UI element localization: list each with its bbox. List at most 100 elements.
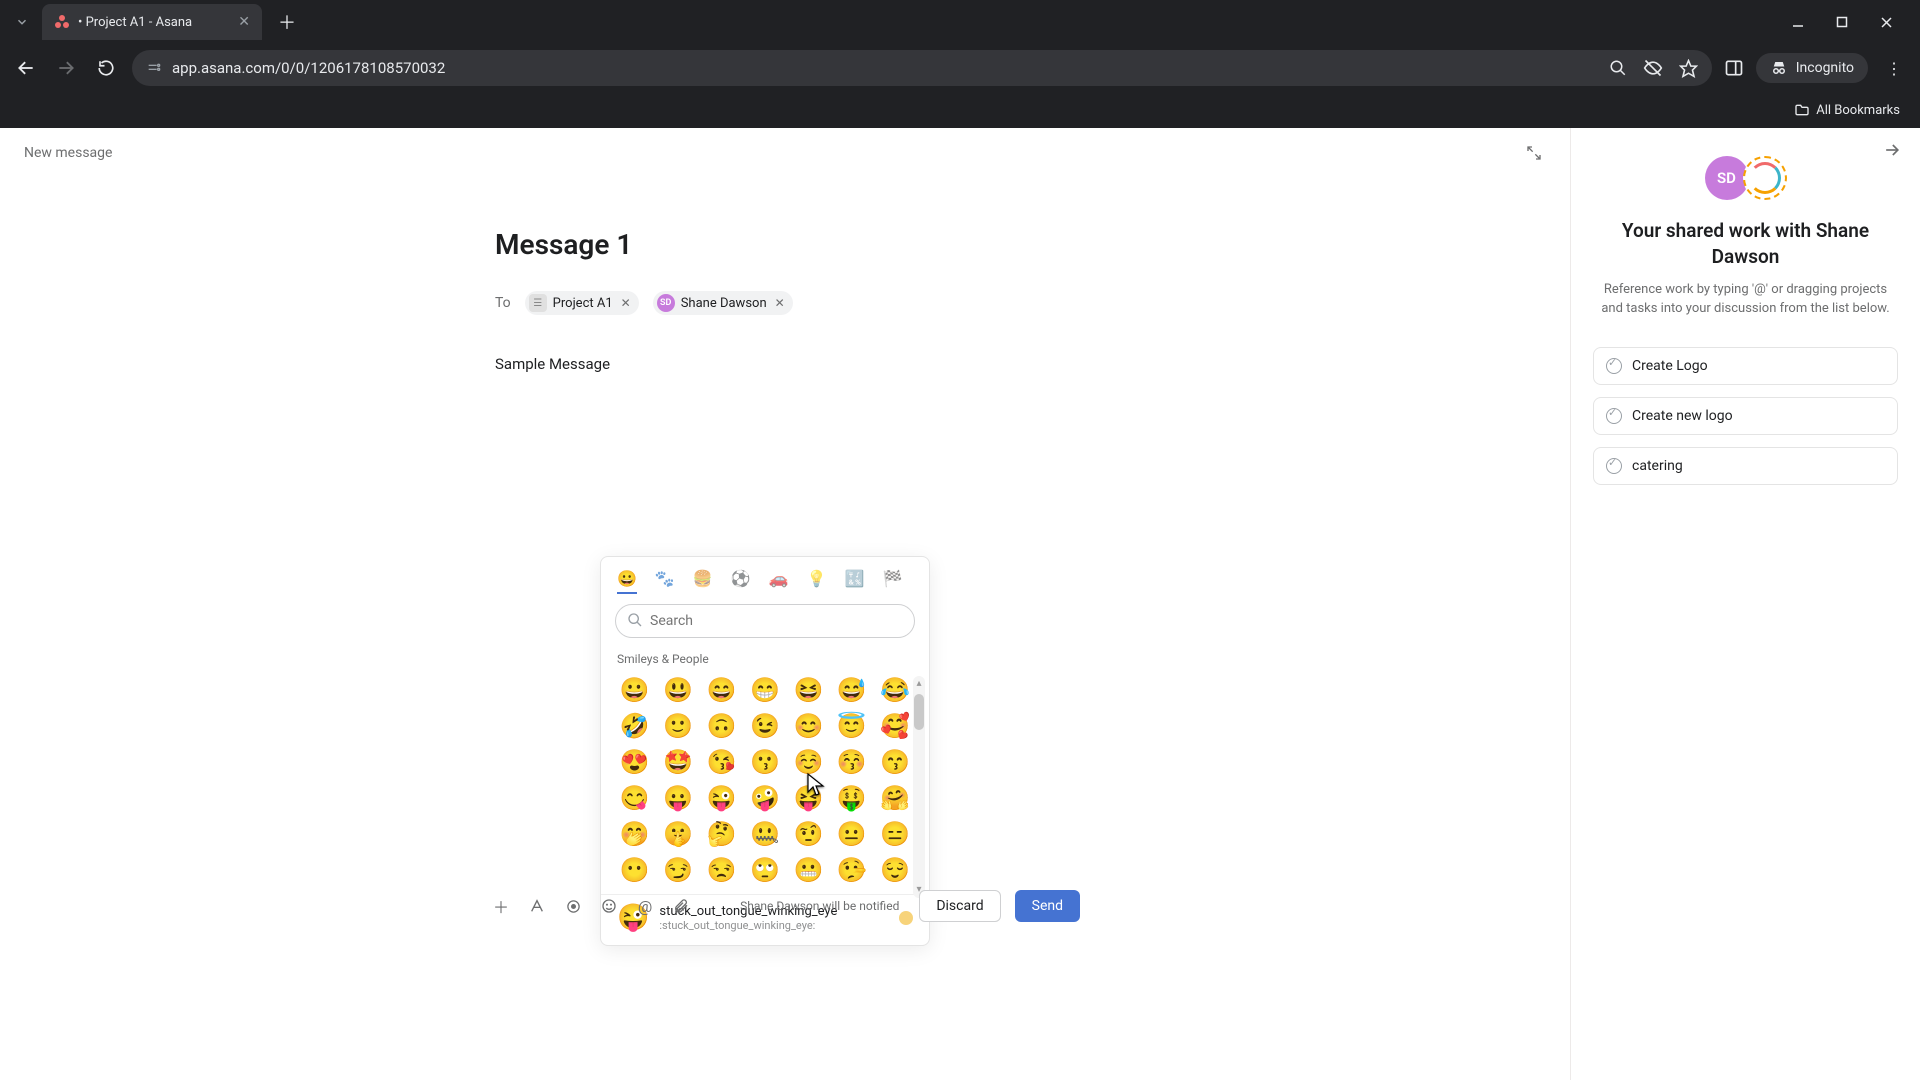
nav-back-button[interactable] bbox=[12, 54, 40, 82]
emoji-cell[interactable]: 😜 bbox=[704, 784, 739, 812]
emoji-cell[interactable]: 😋 bbox=[617, 784, 652, 812]
shared-task-item[interactable]: catering bbox=[1593, 447, 1898, 485]
emoji-cell[interactable]: 😊 bbox=[791, 712, 826, 740]
window-maximize-icon[interactable] bbox=[1832, 12, 1852, 32]
emoji-cat-animals-icon[interactable]: 🐾 bbox=[655, 569, 675, 594]
emoji-cat-objects-icon[interactable]: 💡 bbox=[807, 569, 827, 594]
emoji-cell[interactable]: 😅 bbox=[834, 676, 869, 704]
emoji-cell[interactable]: 😘 bbox=[704, 748, 739, 776]
person-avatar-icon: SD bbox=[657, 294, 675, 312]
collapse-panel-icon[interactable] bbox=[1522, 141, 1546, 165]
emoji-cell[interactable]: 🤪 bbox=[747, 784, 782, 812]
emoji-picker: 😀 🐾 🍔 ⚽ 🚗 💡 🔣 🏁 Smileys & People 😀 😃 😄 😁 😆 😅 😂… bbox=[600, 556, 930, 946]
scroll-up-icon[interactable]: ▴ bbox=[913, 678, 925, 690]
emoji-cell[interactable]: ☺️ bbox=[791, 748, 826, 776]
emoji-cell[interactable]: 😍 bbox=[617, 748, 652, 776]
browser-menu-icon[interactable]: ⋮ bbox=[1880, 59, 1908, 78]
emoji-cat-travel-icon[interactable]: 🚗 bbox=[769, 569, 789, 594]
emoji-cell[interactable]: 🤩 bbox=[660, 748, 695, 776]
sidebar-close-icon[interactable] bbox=[1882, 140, 1902, 160]
emoji-cat-smileys-icon[interactable]: 😀 bbox=[617, 569, 637, 594]
emoji-cell[interactable]: 🤥 bbox=[834, 856, 869, 884]
nav-forward-button[interactable] bbox=[52, 54, 80, 82]
task-check-icon[interactable] bbox=[1606, 458, 1622, 474]
side-panel-icon[interactable] bbox=[1724, 58, 1744, 78]
site-info-icon[interactable] bbox=[146, 60, 162, 76]
task-check-icon[interactable] bbox=[1606, 408, 1622, 424]
emoji-cell[interactable]: 🤫 bbox=[660, 820, 695, 848]
emoji-trigger-icon[interactable] bbox=[598, 895, 620, 917]
incognito-chip[interactable]: Incognito bbox=[1756, 53, 1868, 83]
shared-task-item[interactable]: Create Logo bbox=[1593, 347, 1898, 385]
emoji-cell[interactable]: 🙄 bbox=[747, 856, 782, 884]
emoji-cell[interactable]: 😇 bbox=[834, 712, 869, 740]
emoji-cell[interactable]: 😄 bbox=[704, 676, 739, 704]
emoji-cell[interactable]: 🤗 bbox=[878, 784, 913, 812]
tab-close-icon[interactable]: ✕ bbox=[238, 14, 250, 30]
emoji-cat-flags-icon[interactable]: 🏁 bbox=[882, 569, 902, 594]
discard-button[interactable]: Discard bbox=[919, 890, 1000, 922]
emoji-cell[interactable]: 🤑 bbox=[834, 784, 869, 812]
recipient-chip-project[interactable]: ☰ Project A1 ✕ bbox=[525, 291, 639, 315]
emoji-cell[interactable]: 😉 bbox=[747, 712, 782, 740]
window-close-icon[interactable] bbox=[1876, 12, 1896, 32]
emoji-cell[interactable]: 🤣 bbox=[617, 712, 652, 740]
emoji-cat-symbols-icon[interactable]: 🔣 bbox=[845, 569, 865, 594]
emoji-cell[interactable]: 🙃 bbox=[704, 712, 739, 740]
all-bookmarks-folder-icon[interactable] bbox=[1794, 102, 1810, 118]
emoji-cell[interactable]: 😗 bbox=[747, 748, 782, 776]
new-tab-button[interactable]: ＋ bbox=[266, 9, 308, 35]
emoji-cell[interactable]: 😬 bbox=[791, 856, 826, 884]
emoji-cell[interactable]: 😚 bbox=[834, 748, 869, 776]
emoji-cell[interactable]: 😛 bbox=[660, 784, 695, 812]
all-bookmarks-label[interactable]: All Bookmarks bbox=[1816, 103, 1900, 118]
chip-remove-icon[interactable]: ✕ bbox=[621, 296, 631, 310]
nav-reload-button[interactable] bbox=[92, 54, 120, 82]
emoji-cell[interactable]: 🤔 bbox=[704, 820, 739, 848]
emoji-cell[interactable]: 🤭 bbox=[617, 820, 652, 848]
message-body[interactable]: Sample Message bbox=[495, 355, 1195, 373]
emoji-cell[interactable]: 😑 bbox=[878, 820, 913, 848]
bookmark-star-icon[interactable] bbox=[1679, 59, 1698, 78]
browser-tab[interactable]: • Project A1 - Asana ✕ bbox=[42, 4, 262, 40]
emoji-cat-food-icon[interactable]: 🍔 bbox=[693, 569, 713, 594]
emoji-cell[interactable]: 😌 bbox=[878, 856, 913, 884]
record-icon[interactable] bbox=[562, 895, 584, 917]
emoji-cell[interactable]: 😶 bbox=[617, 856, 652, 884]
emoji-cell[interactable]: 🙂 bbox=[660, 712, 695, 740]
emoji-cell[interactable]: 😐 bbox=[834, 820, 869, 848]
emoji-cell[interactable]: 😏 bbox=[660, 856, 695, 884]
emoji-cell[interactable]: 😝 bbox=[791, 784, 826, 812]
shared-work-sidebar: SD Your shared work with Shane Dawson Re… bbox=[1570, 128, 1920, 1080]
emoji-cell[interactable]: 😙 bbox=[878, 748, 913, 776]
emoji-cell[interactable]: 🤐 bbox=[747, 820, 782, 848]
formatting-icon[interactable] bbox=[526, 895, 548, 917]
emoji-section-label: Smileys & People bbox=[601, 648, 929, 672]
message-title[interactable]: Message 1 bbox=[495, 228, 1195, 261]
emoji-cell[interactable]: 😃 bbox=[660, 676, 695, 704]
task-check-icon[interactable] bbox=[1606, 358, 1622, 374]
address-bar[interactable]: app.asana.com/0/0/1206178108570032 bbox=[132, 50, 1712, 86]
attachment-icon[interactable] bbox=[670, 895, 692, 917]
window-minimize-icon[interactable] bbox=[1788, 12, 1808, 32]
mention-icon[interactable]: @ bbox=[634, 895, 656, 917]
emoji-cell[interactable]: 😀 bbox=[617, 676, 652, 704]
emoji-cell[interactable]: 😒 bbox=[704, 856, 739, 884]
scroll-thumb[interactable] bbox=[914, 694, 924, 730]
emoji-cell[interactable]: 😆 bbox=[791, 676, 826, 704]
emoji-cell[interactable]: 😁 bbox=[747, 676, 782, 704]
add-action-icon[interactable]: ＋ bbox=[490, 895, 512, 917]
tab-search-dropdown[interactable] bbox=[8, 8, 36, 36]
recipient-chip-person[interactable]: SD Shane Dawson ✕ bbox=[653, 291, 793, 315]
emoji-cell[interactable]: 🤨 bbox=[791, 820, 826, 848]
emoji-search-input[interactable] bbox=[615, 604, 915, 638]
shared-task-item[interactable]: Create new logo bbox=[1593, 397, 1898, 435]
emoji-cat-activity-icon[interactable]: ⚽ bbox=[731, 569, 751, 594]
zoom-icon[interactable] bbox=[1609, 59, 1627, 77]
emoji-cell[interactable]: 🥰 bbox=[878, 712, 913, 740]
send-button[interactable]: Send bbox=[1015, 890, 1080, 922]
emoji-cell[interactable]: 😂 bbox=[878, 676, 913, 704]
emoji-scrollbar[interactable]: ▴ ▾ bbox=[913, 676, 925, 898]
chip-remove-icon[interactable]: ✕ bbox=[775, 296, 785, 310]
eye-off-icon[interactable] bbox=[1643, 58, 1663, 78]
